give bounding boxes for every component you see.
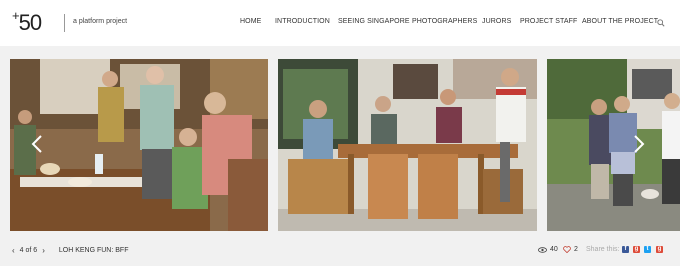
eye-icon: [538, 246, 547, 253]
google-plus-icon-2[interactable]: g: [656, 246, 663, 253]
search-icon[interactable]: [657, 19, 665, 27]
main-nav: HOME INTRODUCTION SEEING SINGAPORE PHOTO…: [0, 18, 680, 30]
next-chevron-icon[interactable]: ›: [42, 246, 45, 255]
views-value: 40: [550, 246, 558, 253]
prev-arrow-icon[interactable]: [31, 134, 43, 154]
gallery: [0, 46, 680, 236]
nav-home[interactable]: HOME: [240, 18, 261, 25]
top-bar: + 50 a platform project HOME INTRODUCTIO…: [0, 0, 680, 46]
nav-project-staff[interactable]: PROJECT STAFF: [520, 18, 577, 25]
pager: ‹ 4 of 6 › LOH KENG FUN: BFF: [12, 246, 128, 255]
nav-jurors[interactable]: JURORS: [482, 18, 511, 25]
twitter-icon[interactable]: t: [644, 246, 651, 253]
view-count: 40: [538, 246, 558, 253]
google-plus-icon[interactable]: g: [633, 246, 640, 253]
photo-title: LOH KENG FUN: BFF: [58, 247, 129, 254]
facebook-icon[interactable]: f: [622, 246, 629, 253]
share-label: Share this:: [586, 246, 620, 253]
heart-icon[interactable]: [563, 246, 571, 253]
prev-chevron-icon[interactable]: ‹: [12, 246, 15, 255]
gallery-photo-1[interactable]: [10, 59, 268, 231]
slide-counter: 4 of 6: [19, 247, 38, 254]
nav-about-the-project[interactable]: ABOUT THE PROJECT: [582, 18, 658, 25]
like-count[interactable]: 2: [563, 246, 578, 253]
next-arrow-icon[interactable]: [633, 134, 645, 154]
gallery-footer: ‹ 4 of 6 › LOH KENG FUN: BFF 40 2 Share …: [0, 236, 680, 266]
nav-photographers[interactable]: PHOTOGRAPHERS: [412, 18, 477, 25]
nav-seeing-singapore[interactable]: SEEING SINGAPORE: [338, 18, 410, 25]
gallery-photo-3[interactable]: [547, 59, 680, 231]
likes-value: 2: [574, 246, 578, 253]
gallery-photo-2[interactable]: [278, 59, 537, 231]
nav-introduction[interactable]: INTRODUCTION: [275, 18, 330, 25]
